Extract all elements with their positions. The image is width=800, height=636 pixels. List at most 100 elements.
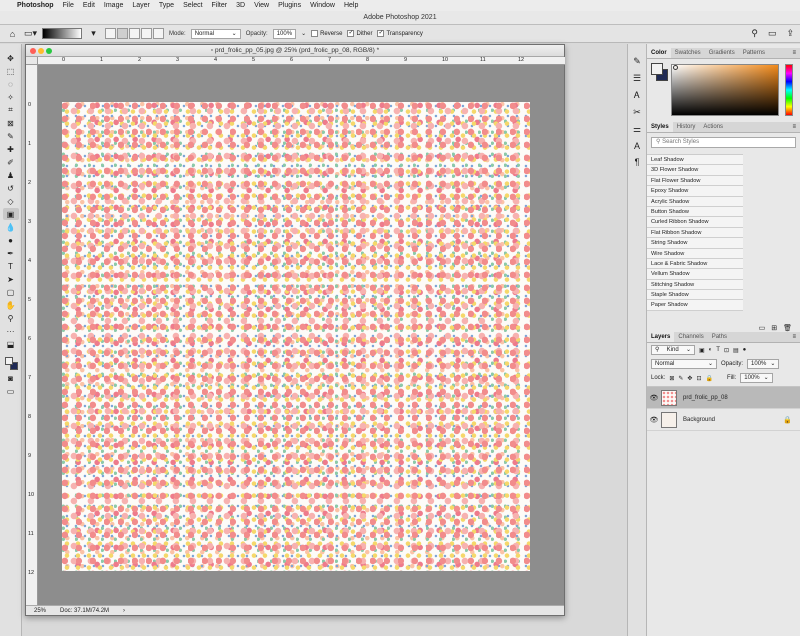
frame-tool-icon[interactable]: ⊠ <box>3 117 19 129</box>
menu-help[interactable]: Help <box>344 2 358 9</box>
type-tool-icon[interactable]: T <box>3 260 19 272</box>
list-item[interactable]: Wire Shadow <box>647 248 743 259</box>
more-tools-icon[interactable]: ··· <box>3 325 19 337</box>
dither-checkbox[interactable]: ✓ <box>347 30 355 37</box>
tab-color[interactable]: Color <box>647 48 671 58</box>
brush-tool-icon[interactable]: ✐ <box>3 156 19 168</box>
menu-file[interactable]: File <box>63 2 74 9</box>
new-group-icon[interactable]: ▭ <box>759 324 766 332</box>
document-title-bar[interactable]: ▫ prd_frolic_pp_05.jpg @ 25% (prd_frolic… <box>26 45 564 57</box>
gradient-dropdown-icon[interactable]: ▾ <box>87 27 100 40</box>
transparency-checkbox[interactable]: ✓ <box>377 30 385 37</box>
ruler-vertical[interactable]: 0 1 2 3 4 5 6 7 8 9 10 11 12 <box>26 65 38 605</box>
panel-menu-icon[interactable]: ≡ <box>792 48 800 58</box>
list-item[interactable]: 3D Flower Shadow <box>647 165 743 176</box>
lock-image-icon[interactable]: ✎ <box>678 375 683 382</box>
paragraph-icon[interactable]: ¶ <box>635 157 640 167</box>
styles-search-input[interactable]: ⚲ Search Styles <box>651 137 796 148</box>
path-selection-tool-icon[interactable]: ➤ <box>3 273 19 285</box>
tab-channels[interactable]: Channels <box>674 332 707 342</box>
gradient-picker[interactable] <box>42 28 82 39</box>
color-swatches[interactable] <box>3 355 19 371</box>
layer-opacity-input[interactable]: 100% ⌄ <box>747 359 780 369</box>
doc-size[interactable]: Doc: 37.1M/74.2M <box>60 608 109 614</box>
panel-menu-icon[interactable]: ≡ <box>792 332 800 342</box>
properties-icon[interactable]: ⚌ <box>633 124 641 135</box>
filter-smart-object-icon[interactable]: ▤ <box>733 347 739 354</box>
quick-mask-icon[interactable]: ◙ <box>3 372 19 384</box>
panel-menu-icon[interactable]: ≡ <box>792 122 800 132</box>
tab-paths[interactable]: Paths <box>708 332 731 342</box>
filter-adjustment-icon[interactable]: ◐ <box>709 347 713 353</box>
lock-transparent-icon[interactable]: ⊠ <box>669 375 674 382</box>
list-item[interactable]: Flat Ribbon Shadow <box>647 227 743 239</box>
gradient-tool-icon[interactable]: ▣ <box>2 208 19 220</box>
magic-wand-tool-icon[interactable]: ✧ <box>3 91 19 103</box>
zoom-level[interactable]: 25% <box>34 608 46 614</box>
ruler-origin[interactable] <box>26 57 38 65</box>
tab-swatches[interactable]: Swatches <box>671 48 705 58</box>
list-item[interactable]: Leaf Shadow <box>647 155 743 166</box>
marquee-tool-icon[interactable]: ⬚ <box>3 65 19 77</box>
layer-row[interactable]: 👁 Background 🔒 <box>647 409 800 431</box>
eye-icon[interactable]: 👁 <box>647 416 661 424</box>
tool-preset-picker[interactable]: ▭▾ <box>24 27 37 40</box>
list-item[interactable]: Staple Shadow <box>647 290 743 301</box>
list-item[interactable]: Vellum Shadow <box>647 269 743 280</box>
blur-tool-icon[interactable]: 💧 <box>3 221 19 233</box>
menu-filter[interactable]: Filter <box>212 2 228 9</box>
diamond-gradient-button[interactable] <box>153 28 164 39</box>
list-item[interactable]: Stitching Shadow <box>647 279 743 291</box>
layer-row[interactable]: 👁 prd_frolic_pp_08 <box>647 387 800 409</box>
lock-artboard-icon[interactable]: ⊡ <box>696 375 701 382</box>
tab-gradients[interactable]: Gradients <box>705 48 739 58</box>
adjustments-icon[interactable]: ☰ <box>633 73 641 84</box>
tab-history[interactable]: History <box>673 122 700 132</box>
default-colors-icon[interactable]: ⬓ <box>3 338 19 350</box>
linear-gradient-button[interactable] <box>105 28 116 39</box>
tab-layers[interactable]: Layers <box>647 332 675 342</box>
transparency-option[interactable]: ✓ Transparency <box>377 30 423 37</box>
foreground-color-swatch[interactable] <box>4 357 13 365</box>
layer-kind-select[interactable]: ⚲ Kind ⌄ <box>651 345 695 355</box>
character-icon[interactable]: A <box>634 141 640 151</box>
tab-styles[interactable]: Styles <box>647 122 673 132</box>
zoom-window-icon[interactable] <box>46 48 52 54</box>
new-style-icon[interactable]: ⊞ <box>771 324 777 332</box>
status-chevron-icon[interactable]: › <box>123 608 125 614</box>
dither-option[interactable]: ✓ Dither <box>347 30 372 37</box>
panel-foreground-swatch[interactable] <box>651 63 663 75</box>
lasso-tool-icon[interactable]: ◌ <box>3 78 19 90</box>
menu-select[interactable]: Select <box>183 2 202 9</box>
reflected-gradient-button[interactable] <box>141 28 152 39</box>
menu-layer[interactable]: Layer <box>132 2 150 9</box>
tab-patterns[interactable]: Patterns <box>739 48 769 58</box>
history-brush-tool-icon[interactable]: ↺ <box>3 182 19 194</box>
radial-gradient-button[interactable] <box>117 28 128 39</box>
opacity-chevron-icon[interactable]: ⌄ <box>301 30 306 37</box>
filter-pixel-icon[interactable]: ▣ <box>699 347 705 354</box>
search-icon[interactable]: ⚲ <box>751 28 758 39</box>
hue-slider[interactable] <box>785 64 793 116</box>
opacity-input[interactable]: 100% <box>272 28 297 39</box>
dodge-tool-icon[interactable]: ● <box>3 234 19 246</box>
list-item[interactable]: Epoxy Shadow <box>647 186 743 197</box>
angle-gradient-button[interactable] <box>129 28 140 39</box>
color-replace-icon[interactable]: ✎ <box>633 56 641 67</box>
move-tool-icon[interactable]: ✥ <box>3 52 19 64</box>
workspace-icon[interactable]: ▭ <box>768 28 777 39</box>
share-icon[interactable]: ⇪ <box>786 28 794 39</box>
filter-toggle-icon[interactable]: ● <box>743 347 747 353</box>
menu-plugins[interactable]: Plugins <box>278 2 301 9</box>
list-item[interactable]: Lace & Fabric Shadow <box>647 258 743 270</box>
screen-mode-icon[interactable]: ▭ <box>3 385 19 397</box>
delete-style-icon[interactable]: 🗑 <box>783 324 792 332</box>
list-item[interactable]: String Shadow <box>647 238 743 249</box>
menu-view[interactable]: View <box>254 2 269 9</box>
rectangle-tool-icon[interactable]: ▢ <box>3 286 19 298</box>
reverse-checkbox[interactable] <box>311 30 319 37</box>
eye-icon[interactable]: 👁 <box>647 394 661 402</box>
eyedropper-tool-icon[interactable]: ✎ <box>3 130 19 142</box>
app-menu[interactable]: Photoshop <box>17 2 54 9</box>
filter-shape-icon[interactable]: ⊡ <box>724 347 729 354</box>
